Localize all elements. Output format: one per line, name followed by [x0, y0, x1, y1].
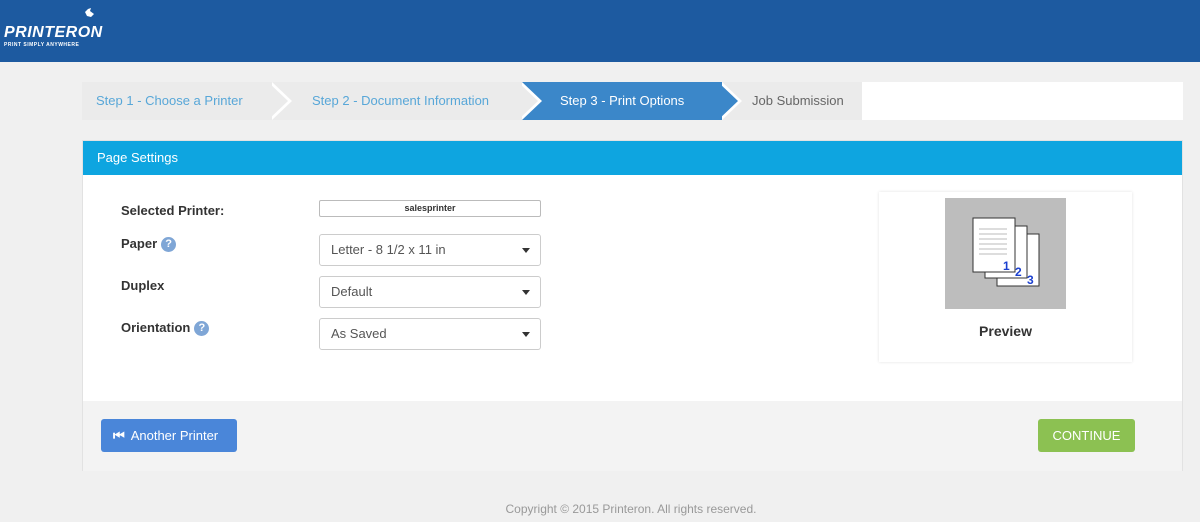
step-chevron: [518, 82, 538, 120]
paper-select[interactable]: Letter - 8 1/2 x 11 in: [319, 234, 541, 266]
caret-down-icon: [522, 290, 530, 295]
logo-text: PRINTERON: [4, 24, 103, 41]
copyright-text: Copyright © 2015 Printeron. All rights r…: [505, 502, 757, 516]
caret-down-icon: [522, 332, 530, 337]
selected-printer-label: Selected Printer:: [121, 203, 225, 218]
page-settings-panel: Page Settings Selected Printer: salespri…: [82, 140, 1183, 471]
selected-printer-value: salesprinter: [319, 200, 541, 217]
step-print-options[interactable]: Step 3 - Print Options: [522, 82, 722, 120]
step-chevron: [268, 82, 288, 120]
step-chevron-active: [718, 82, 738, 120]
caret-down-icon: [522, 248, 530, 253]
document-pages-icon: 1 2 3: [972, 217, 1040, 287]
step-document-information[interactable]: Step 2 - Document Information: [272, 82, 522, 120]
printeron-logo[interactable]: PRINTERON PRINT SIMPLY ANYWHERE: [4, 8, 114, 52]
top-bar: PRINTERON PRINT SIMPLY ANYWHERE: [0, 0, 1200, 62]
panel-footer: ⏮ Another Printer CONTINUE: [83, 401, 1182, 471]
duplex-select[interactable]: Default: [319, 276, 541, 308]
paper-label: Paper?: [121, 236, 177, 253]
bird-icon: [85, 8, 94, 17]
continue-button[interactable]: CONTINUE: [1038, 419, 1135, 452]
help-icon[interactable]: ?: [194, 321, 210, 337]
orientation-select[interactable]: As Saved: [319, 318, 541, 350]
help-icon[interactable]: ?: [161, 237, 177, 253]
preview-thumbnail: 1 2 3: [945, 198, 1066, 309]
wizard-steps: Step 1 - Choose a Printer Step 2 - Docum…: [82, 82, 1183, 120]
skip-back-icon: ⏮: [113, 427, 125, 443]
page-number-3: 3: [1027, 273, 1034, 287]
step-choose-printer[interactable]: Step 1 - Choose a Printer: [82, 82, 272, 120]
page-number-1: 1: [1003, 259, 1010, 273]
preview-card[interactable]: 1 2 3 Preview: [879, 192, 1132, 362]
page-number-2: 2: [1015, 265, 1022, 279]
orientation-label: Orientation?: [121, 320, 210, 337]
preview-label: Preview: [979, 323, 1032, 339]
logo-tagline: PRINT SIMPLY ANYWHERE: [4, 42, 80, 48]
panel-title: Page Settings: [83, 141, 1182, 175]
duplex-label: Duplex: [121, 278, 165, 293]
another-printer-button[interactable]: ⏮ Another Printer: [101, 419, 237, 452]
step-job-submission: Job Submission: [722, 82, 862, 120]
